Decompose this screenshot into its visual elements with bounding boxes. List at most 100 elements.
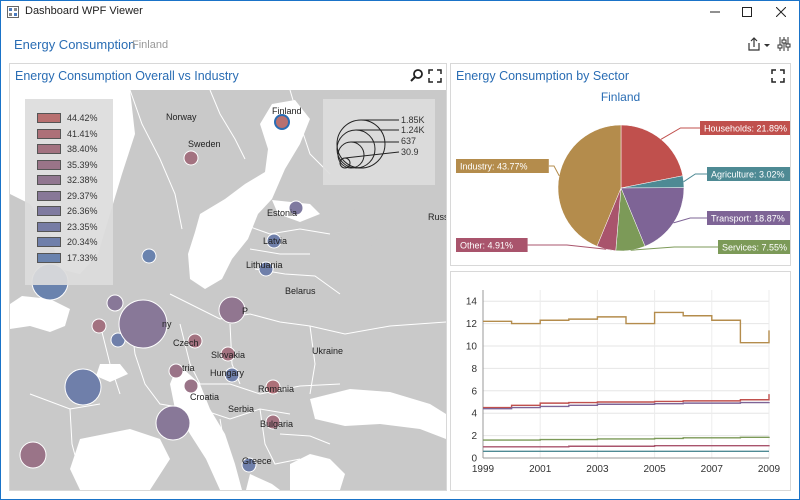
- window-title: Dashboard WPF Viewer: [25, 5, 143, 17]
- bubble-netherlands[interactable]: [106, 294, 124, 312]
- bubble-spain[interactable]: [19, 441, 47, 469]
- y-tick-label: 8: [471, 364, 477, 375]
- x-tick-label: 2003: [586, 464, 609, 475]
- maximize-panel-icon[interactable]: [427, 68, 443, 84]
- legend-swatch: [37, 159, 61, 170]
- minimize-icon: [710, 11, 720, 13]
- x-tick-label: 2001: [529, 464, 552, 475]
- legend-label: 17.33%: [67, 252, 98, 263]
- label-russia: Russ: [428, 212, 447, 222]
- x-tick-label: 1999: [472, 464, 495, 475]
- legend-item: 41.41%: [37, 128, 98, 139]
- legend-label: 44.42%: [67, 113, 98, 123]
- close-icon: [776, 7, 786, 17]
- y-tick-label: 12: [466, 319, 478, 330]
- bubble-belgium[interactable]: [91, 318, 107, 334]
- bubble-denmark[interactable]: [141, 248, 157, 264]
- app-icon: [7, 6, 19, 18]
- size-legend-label: 1.85K: [401, 115, 425, 125]
- label-estonia: Estonia: [267, 208, 298, 218]
- line-series[interactable]: [483, 436, 770, 441]
- line-series[interactable]: [483, 444, 770, 448]
- map-panel: Norway Sweden Finland Estonia Latvia Lit…: [9, 63, 447, 491]
- y-tick-label: 4: [471, 409, 477, 420]
- bubble-sweden[interactable]: [183, 150, 199, 166]
- label-norway: Norway: [166, 112, 197, 122]
- pie-label: Services: 7.55%: [722, 243, 787, 253]
- legend-item: 44.42%: [37, 113, 98, 123]
- label-austria: tria: [182, 363, 195, 373]
- size-legend-label: 1.24K: [401, 125, 425, 135]
- legend-swatch: [37, 175, 61, 185]
- maximize-button[interactable]: [729, 1, 765, 23]
- legend-label: 23.35%: [67, 221, 98, 232]
- legend-label: 20.34%: [67, 237, 98, 247]
- legend-swatch: [37, 252, 61, 263]
- legend-label: 41.41%: [67, 128, 98, 139]
- label-czech: Czech: [173, 338, 199, 348]
- line-panel: 0 2 4 6 8 10 12 14 1999 2001 2003 2005 2007 2009: [450, 271, 791, 491]
- line-series[interactable]: [483, 311, 770, 344]
- legend-item: 26.36%: [37, 206, 98, 216]
- label-finland: Finland: [272, 106, 302, 116]
- pie-connector: [683, 173, 707, 183]
- parameters-icon: [777, 37, 791, 51]
- pie-chart[interactable]: Households: 21.89% Agriculture: 3.02% Tran…: [451, 64, 790, 265]
- export-icon: [748, 37, 770, 51]
- bubble-finland[interactable]: [274, 114, 290, 130]
- legend-item: 38.40%: [37, 144, 98, 154]
- zoom-icon[interactable]: [409, 68, 425, 84]
- legend-swatch: [37, 144, 61, 154]
- label-germany: ny: [162, 319, 172, 329]
- export-button[interactable]: [745, 35, 773, 53]
- legend-swatch: [37, 206, 61, 216]
- legend-label: 38.40%: [67, 144, 98, 154]
- pie-connector: [630, 246, 718, 251]
- legend-swatch: [37, 190, 61, 201]
- line-chart[interactable]: 0 2 4 6 8 10 12 14 1999 2001 2003 2005 2007 2009: [451, 272, 790, 490]
- parameters-button[interactable]: [775, 35, 793, 53]
- label-serbia: Serbia: [228, 404, 255, 414]
- legend-item: 29.37%: [37, 190, 98, 201]
- app-window: Dashboard WPF Viewer Energy Consumption …: [0, 0, 800, 500]
- pie-connector: [660, 127, 700, 140]
- bubble-france[interactable]: [64, 368, 102, 406]
- pie-connector: [548, 165, 560, 176]
- close-button[interactable]: [763, 1, 799, 23]
- legend-swatch: [37, 237, 61, 247]
- legend-label: 35.39%: [67, 159, 98, 170]
- label-slovakia: Slovakia: [211, 350, 246, 360]
- legend-item: 35.39%: [37, 159, 98, 170]
- bubble-slovenia[interactable]: [183, 378, 199, 394]
- bubble-austria[interactable]: [168, 363, 184, 379]
- x-tick-label: 2005: [643, 464, 666, 475]
- label-romania: Romania: [258, 384, 295, 394]
- label-hungary: Hungary: [210, 368, 245, 378]
- pie-label: Industry: 43.77%: [460, 162, 528, 172]
- legend-swatch: [37, 221, 61, 232]
- pie-connector: [673, 217, 707, 224]
- legend-label: 29.37%: [67, 190, 98, 201]
- label-greece: Greece: [242, 456, 272, 466]
- y-tick-label: 10: [466, 342, 478, 353]
- pie-label: Other: 4.91%: [460, 241, 513, 251]
- bubble-germany[interactable]: [118, 299, 168, 349]
- x-tick-label: 2007: [701, 464, 724, 475]
- minimize-button[interactable]: [697, 1, 733, 23]
- y-tick-label: 2: [471, 431, 477, 442]
- legend-item: 32.38%: [37, 175, 98, 185]
- bubble-italy[interactable]: [155, 405, 191, 441]
- legend-item: 23.35%: [37, 221, 98, 232]
- pie-connector: [527, 244, 607, 250]
- title-bar: Dashboard WPF Viewer: [1, 1, 799, 23]
- size-legend-circles: [336, 119, 400, 169]
- size-legend-label: 637: [401, 136, 417, 146]
- dashboard-subtitle: Finland: [132, 39, 169, 51]
- y-tick-label: 14: [466, 297, 478, 308]
- pie-label: Households: 21.89%: [704, 124, 787, 134]
- label-latvia: Latvia: [263, 236, 288, 246]
- label-belarus: Belarus: [285, 286, 316, 296]
- line-series[interactable]: [483, 394, 770, 409]
- size-legend: 1.85K 1.24K 637 30.9: [323, 99, 435, 185]
- legend-swatch: [37, 113, 61, 123]
